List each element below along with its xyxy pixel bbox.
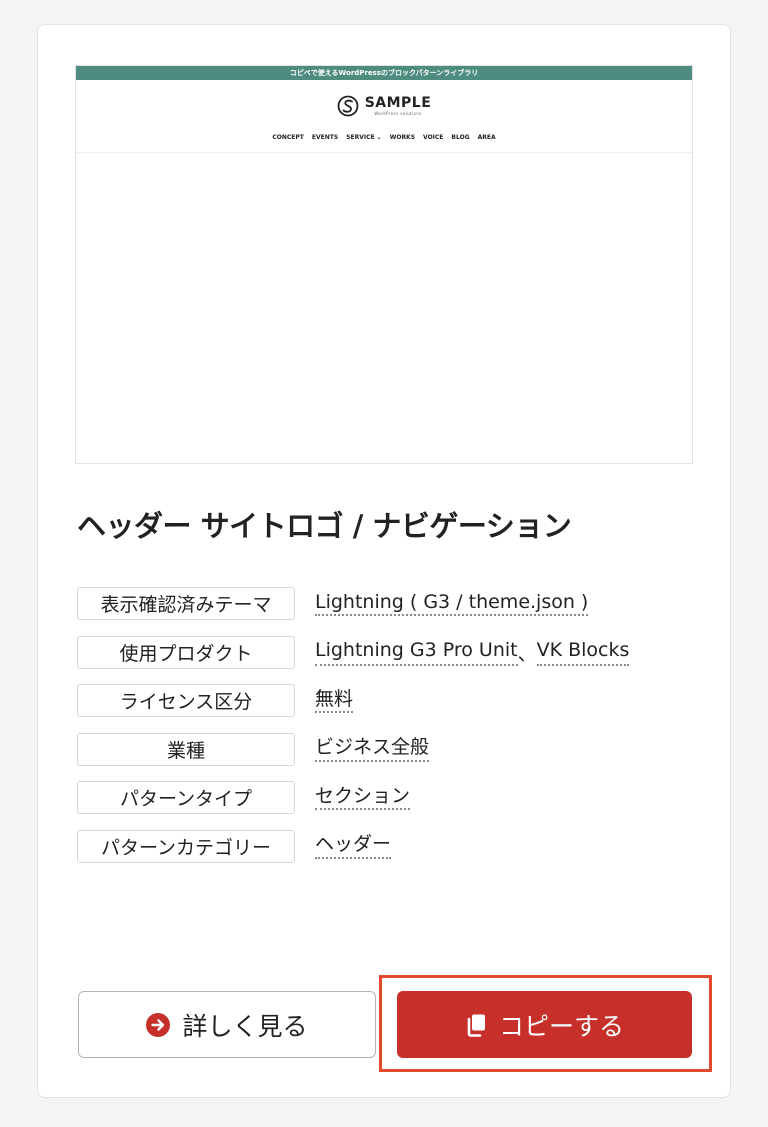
meta-row-pattern-type: パターンタイプ セクション bbox=[77, 780, 697, 815]
arrow-right-circle-icon bbox=[146, 1012, 171, 1037]
preview-nav-item: BLOG bbox=[451, 134, 470, 141]
pattern-title: ヘッダー サイトロゴ / ナビゲーション bbox=[77, 509, 572, 543]
preview-nav-item: WORKS bbox=[389, 134, 416, 141]
meta-label: ライセンス区分 bbox=[77, 684, 295, 717]
meta-row-industry: 業種 ビジネス全般 bbox=[77, 732, 697, 767]
preview-logo-tagline: WordPress solutions bbox=[374, 111, 422, 116]
meta-link-license[interactable]: 無料 bbox=[315, 688, 354, 714]
preview-divider bbox=[76, 152, 692, 153]
meta-link-theme[interactable]: Lightning ( G3 / theme.json ) bbox=[315, 591, 589, 617]
preview-nav-item: CONCEPT bbox=[272, 134, 304, 141]
preview-nav-item: SERVICE ⌄ bbox=[346, 134, 382, 141]
preview-nav: CONCEPT EVENTS SERVICE ⌄ WORKS VOICE BLO… bbox=[76, 134, 692, 141]
preview-logo: SAMPLE WordPress solutions bbox=[76, 95, 692, 117]
view-details-label: 詳しく見る bbox=[182, 1011, 308, 1041]
preview-topbar: コピペで使えるWordPressのブロックパターンライブラリ bbox=[76, 66, 692, 80]
meta-row-pattern-category: パターンカテゴリー ヘッダー bbox=[77, 829, 697, 864]
meta-label: 表示確認済みテーマ bbox=[77, 587, 295, 620]
meta-link-product[interactable]: VK Blocks bbox=[536, 639, 630, 666]
pattern-card: コピペで使えるWordPressのブロックパターンライブラリ SAMPLE Wo… bbox=[37, 24, 731, 1098]
meta-link-product[interactable]: Lightning G3 Pro Unit bbox=[315, 639, 518, 666]
meta-link-industry[interactable]: ビジネス全般 bbox=[315, 736, 430, 762]
preview-nav-item: AREA bbox=[477, 134, 496, 141]
preview-nav-item: VOICE bbox=[423, 134, 444, 141]
pattern-preview-thumbnail[interactable]: コピペで使えるWordPressのブロックパターンライブラリ SAMPLE Wo… bbox=[75, 65, 693, 464]
meta-link-pattern-category[interactable]: ヘッダー bbox=[315, 833, 392, 859]
copy-button[interactable]: コピーする bbox=[397, 991, 692, 1058]
meta-row-products: 使用プロダクト Lightning G3 Pro Unit 、 VK Block… bbox=[77, 635, 697, 670]
preview-nav-item: EVENTS bbox=[311, 134, 339, 141]
copy-label: コピーする bbox=[498, 1011, 624, 1041]
meta-link-pattern-type[interactable]: セクション bbox=[315, 785, 411, 811]
copy-icon bbox=[467, 1014, 485, 1037]
meta-row-license: ライセンス区分 無料 bbox=[77, 683, 697, 718]
preview-logo-name: SAMPLE bbox=[364, 95, 432, 111]
logo-s-icon bbox=[337, 95, 359, 117]
view-details-button[interactable]: 詳しく見る bbox=[78, 991, 376, 1058]
pattern-meta-table: 表示確認済みテーマ Lightning ( G3 / theme.json ) … bbox=[77, 586, 697, 877]
meta-label: 業種 bbox=[77, 732, 295, 766]
meta-label: パターンタイプ bbox=[77, 781, 295, 814]
meta-label: パターンカテゴリー bbox=[77, 829, 295, 863]
meta-separator: 、 bbox=[517, 642, 537, 665]
meta-row-theme: 表示確認済みテーマ Lightning ( G3 / theme.json ) bbox=[77, 586, 697, 621]
meta-label: 使用プロダクト bbox=[77, 635, 295, 669]
